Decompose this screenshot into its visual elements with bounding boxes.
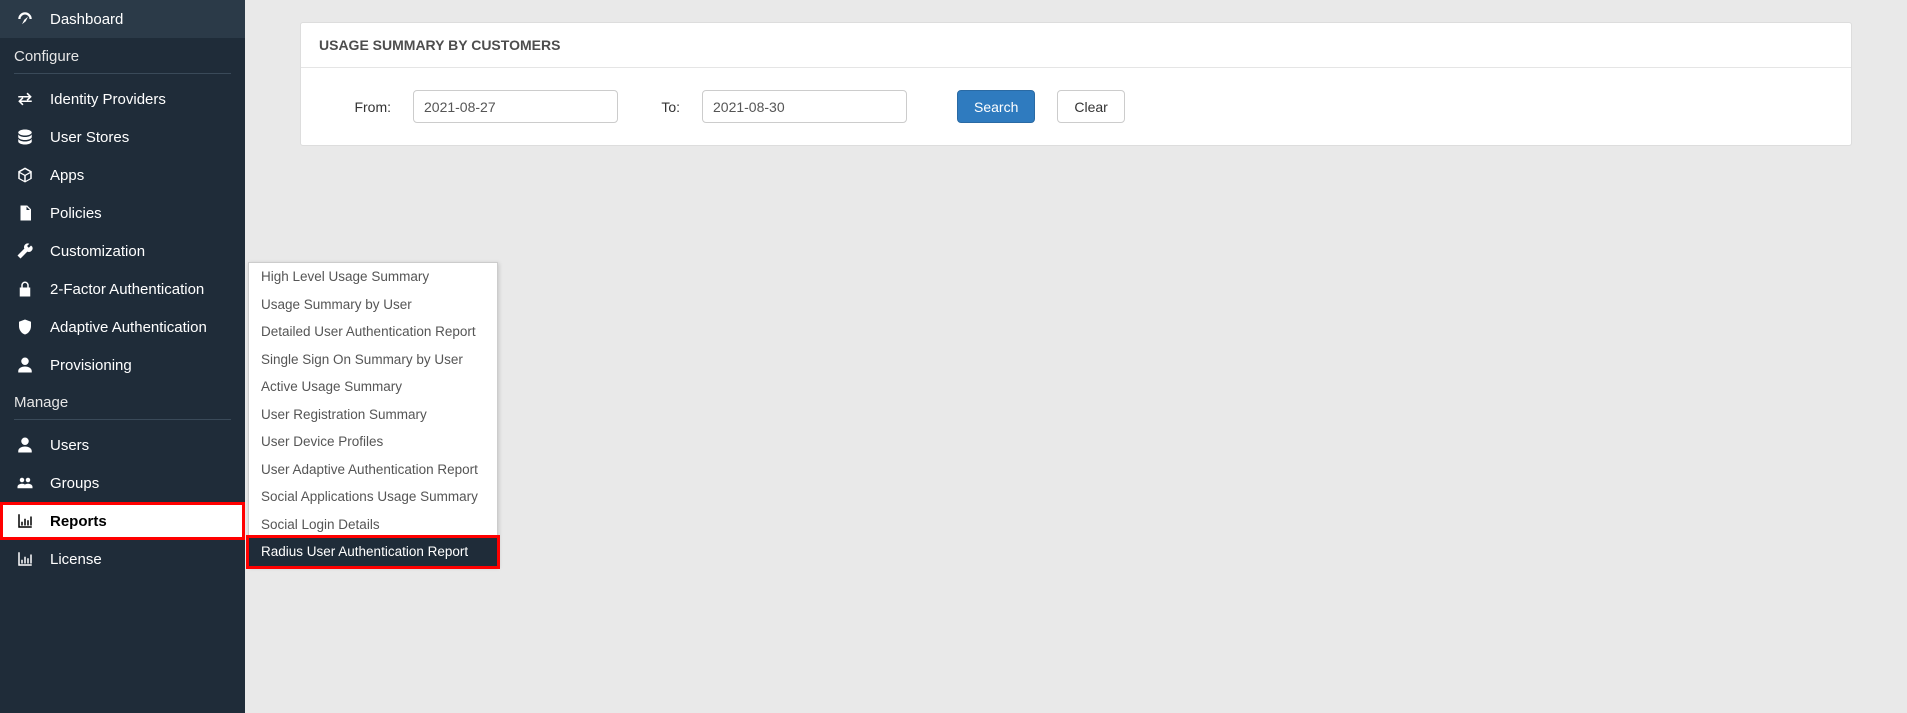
chart-icon [14,512,36,530]
sidebar: Dashboard Configure Identity Providers U… [0,0,245,713]
to-date-input[interactable] [702,90,907,123]
sidebar-item-label: Users [50,437,89,454]
submenu-item-radius-user-auth[interactable]: Radius User Authentication Report [249,538,497,566]
cube-icon [14,166,36,184]
sidebar-item-label: License [50,551,102,568]
sidebar-item-apps[interactable]: Apps [0,156,245,194]
user-icon [14,436,36,454]
sidebar-section-label: Manage [14,394,68,411]
sidebar-item-label: 2-Factor Authentication [50,281,204,298]
sidebar-item-customization[interactable]: Customization [0,232,245,270]
submenu-item-active-usage[interactable]: Active Usage Summary [249,373,497,401]
submenu-item-detailed-user-auth[interactable]: Detailed User Authentication Report [249,318,497,346]
sidebar-item-label: Groups [50,475,99,492]
users-icon [14,474,36,492]
lock-icon [14,280,36,298]
sidebar-item-label: Identity Providers [50,91,166,108]
submenu-item-sso-summary[interactable]: Single Sign On Summary by User [249,346,497,374]
from-date-input[interactable] [413,90,618,123]
sidebar-item-users[interactable]: Users [0,426,245,464]
submenu-item-social-apps-usage[interactable]: Social Applications Usage Summary [249,483,497,511]
sidebar-section-label: Configure [14,48,79,65]
search-button[interactable]: Search [957,90,1035,123]
sidebar-item-label: Apps [50,167,84,184]
sidebar-item-label: Reports [50,513,107,530]
submenu-item-user-adaptive-auth[interactable]: User Adaptive Authentication Report [249,456,497,484]
database-icon [14,128,36,146]
sidebar-item-groups[interactable]: Groups [0,464,245,502]
sidebar-item-label: Policies [50,205,102,222]
chart-icon [14,550,36,568]
sidebar-item-label: User Stores [50,129,129,146]
submenu-item-social-login-details[interactable]: Social Login Details [249,511,497,539]
to-label: To: [640,99,680,115]
sidebar-item-label: Customization [50,243,145,260]
sidebar-item-label: Dashboard [50,11,123,28]
sidebar-item-label: Adaptive Authentication [50,319,207,336]
reports-submenu: High Level Usage Summary Usage Summary b… [248,262,498,567]
sidebar-item-policies[interactable]: Policies [0,194,245,232]
user-icon [14,356,36,374]
dashboard-icon [14,10,36,28]
submenu-item-high-level-usage[interactable]: High Level Usage Summary [249,263,497,291]
sidebar-item-reports[interactable]: Reports [0,502,245,540]
submenu-item-user-device-profiles[interactable]: User Device Profiles [249,428,497,456]
sidebar-item-license[interactable]: License [0,540,245,578]
shield-icon [14,318,36,336]
submenu-item-usage-by-user[interactable]: Usage Summary by User [249,291,497,319]
usage-summary-panel: USAGE SUMMARY BY CUSTOMERS From: To: Sea… [300,22,1852,146]
from-label: From: [321,99,391,115]
sidebar-item-identity-providers[interactable]: Identity Providers [0,80,245,118]
sidebar-item-2fa[interactable]: 2-Factor Authentication [0,270,245,308]
clear-button[interactable]: Clear [1057,90,1124,123]
sidebar-item-dashboard[interactable]: Dashboard [0,0,245,38]
wrench-icon [14,242,36,260]
document-icon [14,204,36,222]
panel-title: USAGE SUMMARY BY CUSTOMERS [301,23,1851,68]
sidebar-item-user-stores[interactable]: User Stores [0,118,245,156]
sidebar-item-adaptive-auth[interactable]: Adaptive Authentication [0,308,245,346]
sidebar-item-provisioning[interactable]: Provisioning [0,346,245,384]
sidebar-section-manage: Manage [0,384,245,426]
search-form: From: To: Search Clear [301,68,1851,145]
swap-icon [14,90,36,108]
sidebar-item-label: Provisioning [50,357,132,374]
sidebar-section-configure: Configure [0,38,245,80]
submenu-item-user-registration[interactable]: User Registration Summary [249,401,497,429]
